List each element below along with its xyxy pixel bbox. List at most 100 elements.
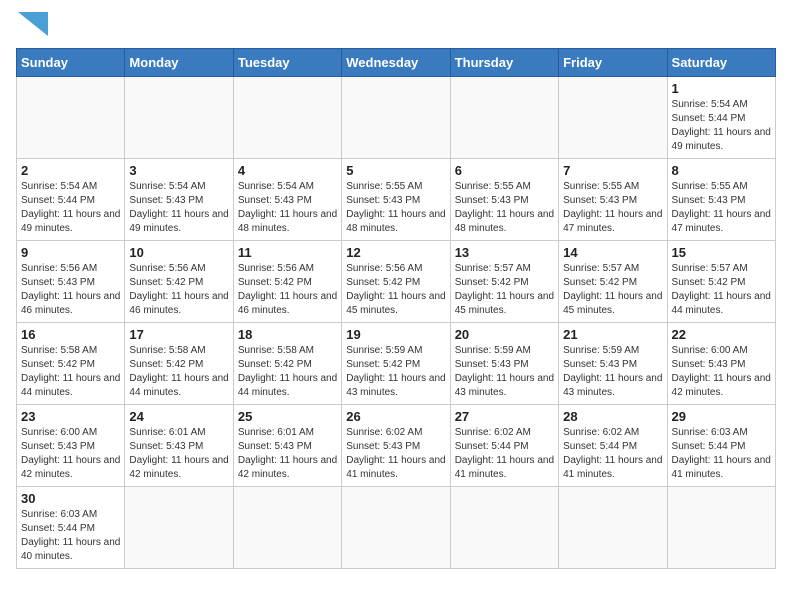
day-info: Sunrise: 5:54 AMSunset: 5:43 PMDaylight:…	[129, 180, 228, 236]
calendar-cell	[233, 77, 341, 159]
day-number: 22	[672, 327, 771, 342]
page-header	[16, 16, 776, 36]
calendar-table: SundayMondayTuesdayWednesdayThursdayFrid…	[16, 48, 776, 569]
logo	[16, 16, 48, 36]
calendar-cell: 13 Sunrise: 5:57 AMSunset: 5:42 PMDayligh…	[450, 241, 558, 323]
calendar-week-row: 16 Sunrise: 5:58 AMSunset: 5:42 PMDayligh…	[17, 323, 776, 405]
calendar-cell: 29Sunrise: 6:03 AMSunset: 5:44 PMDayligh…	[667, 405, 775, 487]
day-info: Sunrise: 5:57 AMSunset: 5:42 PMDaylight:…	[455, 262, 554, 318]
day-number: 18	[238, 327, 337, 342]
calendar-cell	[342, 487, 450, 569]
weekday-header: Wednesday	[342, 49, 450, 77]
calendar-cell	[233, 487, 341, 569]
day-number: 10	[129, 245, 228, 260]
day-number: 1	[672, 81, 771, 96]
calendar-week-row: 30Sunrise: 6:03 AMSunset: 5:44 PMDayligh…	[17, 487, 776, 569]
day-number: 13	[455, 245, 554, 260]
calendar-cell: 28 Sunrise: 6:02 AMSunset: 5:44 PMDayligh…	[559, 405, 667, 487]
weekday-header: Friday	[559, 49, 667, 77]
calendar-cell: 11 Sunrise: 5:56 AMSunset: 5:42 PMDayligh…	[233, 241, 341, 323]
day-info: Sunrise: 5:56 AMSunset: 5:43 PMDaylight:…	[21, 262, 120, 318]
day-number: 4	[238, 163, 337, 178]
day-number: 16	[21, 327, 120, 342]
calendar-week-row: 23 Sunrise: 6:00 AMSunset: 5:43 PMDayligh…	[17, 405, 776, 487]
day-info: Sunrise: 5:56 AMSunset: 5:42 PMDaylight:…	[346, 262, 445, 318]
day-number: 8	[672, 163, 771, 178]
day-info: Sunrise: 5:57 AMSunset: 5:42 PMDaylight:…	[672, 262, 771, 318]
calendar-cell: 16 Sunrise: 5:58 AMSunset: 5:42 PMDayligh…	[17, 323, 125, 405]
calendar-cell: 4 Sunrise: 5:54 AMSunset: 5:43 PMDaylight…	[233, 159, 341, 241]
calendar-cell	[559, 487, 667, 569]
day-info: Sunrise: 6:03 AMSunset: 5:44 PMDaylight:…	[672, 426, 771, 482]
day-info: Sunrise: 5:54 AMSunset: 5:43 PMDaylight:…	[238, 180, 337, 236]
calendar-cell: 15 Sunrise: 5:57 AMSunset: 5:42 PMDayligh…	[667, 241, 775, 323]
day-info: Sunrise: 5:59 AMSunset: 5:43 PMDaylight:…	[563, 344, 662, 400]
weekday-header: Saturday	[667, 49, 775, 77]
day-number: 5	[346, 163, 445, 178]
day-info: Sunrise: 5:57 AMSunset: 5:42 PMDaylight:…	[563, 262, 662, 318]
day-info: Sunrise: 5:59 AMSunset: 5:42 PMDaylight:…	[346, 344, 445, 400]
weekday-header: Thursday	[450, 49, 558, 77]
calendar-cell: 24Sunrise: 6:01 AMSunset: 5:43 PMDayligh…	[125, 405, 233, 487]
day-info: Sunrise: 6:00 AMSunset: 5:43 PMDaylight:…	[21, 426, 120, 482]
calendar-cell: 12 Sunrise: 5:56 AMSunset: 5:42 PMDayligh…	[342, 241, 450, 323]
calendar-cell	[450, 487, 558, 569]
day-number: 26	[346, 409, 445, 424]
day-number: 20	[455, 327, 554, 342]
calendar-week-row: 2Sunrise: 5:54 AMSunset: 5:44 PMDaylight…	[17, 159, 776, 241]
day-number: 2	[21, 163, 120, 178]
day-number: 11	[238, 245, 337, 260]
calendar-cell	[17, 77, 125, 159]
day-info: Sunrise: 6:01 AMSunset: 5:43 PMDaylight:…	[238, 426, 337, 482]
calendar-cell	[125, 487, 233, 569]
calendar-cell: 26Sunrise: 6:02 AMSunset: 5:43 PMDayligh…	[342, 405, 450, 487]
day-number: 6	[455, 163, 554, 178]
day-number: 24	[129, 409, 228, 424]
day-info: Sunrise: 6:02 AMSunset: 5:44 PMDaylight:…	[455, 426, 554, 482]
day-info: Sunrise: 6:02 AMSunset: 5:44 PMDaylight:…	[563, 426, 662, 482]
day-number: 9	[21, 245, 120, 260]
day-info: Sunrise: 5:55 AMSunset: 5:43 PMDaylight:…	[672, 180, 771, 236]
calendar-cell: 22Sunrise: 6:00 AMSunset: 5:43 PMDayligh…	[667, 323, 775, 405]
calendar-cell: 14 Sunrise: 5:57 AMSunset: 5:42 PMDayligh…	[559, 241, 667, 323]
calendar-cell	[667, 487, 775, 569]
calendar-cell: 3 Sunrise: 5:54 AMSunset: 5:43 PMDaylight…	[125, 159, 233, 241]
day-number: 19	[346, 327, 445, 342]
calendar-cell: 30Sunrise: 6:03 AMSunset: 5:44 PMDayligh…	[17, 487, 125, 569]
weekday-header-row: SundayMondayTuesdayWednesdayThursdayFrid…	[17, 49, 776, 77]
calendar-cell: 19 Sunrise: 5:59 AMSunset: 5:42 PMDayligh…	[342, 323, 450, 405]
calendar-cell: 2Sunrise: 5:54 AMSunset: 5:44 PMDaylight…	[17, 159, 125, 241]
day-info: Sunrise: 5:56 AMSunset: 5:42 PMDaylight:…	[129, 262, 228, 318]
day-number: 17	[129, 327, 228, 342]
calendar-cell	[559, 77, 667, 159]
calendar-cell: 25 Sunrise: 6:01 AMSunset: 5:43 PMDayligh…	[233, 405, 341, 487]
day-info: Sunrise: 5:58 AMSunset: 5:42 PMDaylight:…	[129, 344, 228, 400]
calendar-cell: 7Sunrise: 5:55 AMSunset: 5:43 PMDaylight…	[559, 159, 667, 241]
day-number: 14	[563, 245, 662, 260]
logo-icon	[18, 12, 48, 36]
calendar-cell: 23 Sunrise: 6:00 AMSunset: 5:43 PMDayligh…	[17, 405, 125, 487]
day-info: Sunrise: 6:03 AMSunset: 5:44 PMDaylight:…	[21, 508, 120, 564]
day-number: 28	[563, 409, 662, 424]
calendar-cell: 27 Sunrise: 6:02 AMSunset: 5:44 PMDayligh…	[450, 405, 558, 487]
calendar-cell: 17 Sunrise: 5:58 AMSunset: 5:42 PMDayligh…	[125, 323, 233, 405]
calendar-cell: 18Sunrise: 5:58 AMSunset: 5:42 PMDayligh…	[233, 323, 341, 405]
calendar-cell: 8 Sunrise: 5:55 AMSunset: 5:43 PMDaylight…	[667, 159, 775, 241]
weekday-header: Tuesday	[233, 49, 341, 77]
calendar-cell: 9 Sunrise: 5:56 AMSunset: 5:43 PMDaylight…	[17, 241, 125, 323]
day-number: 25	[238, 409, 337, 424]
day-number: 27	[455, 409, 554, 424]
day-info: Sunrise: 5:58 AMSunset: 5:42 PMDaylight:…	[21, 344, 120, 400]
calendar-cell	[125, 77, 233, 159]
weekday-header: Monday	[125, 49, 233, 77]
day-info: Sunrise: 5:56 AMSunset: 5:42 PMDaylight:…	[238, 262, 337, 318]
day-number: 3	[129, 163, 228, 178]
day-number: 21	[563, 327, 662, 342]
day-number: 15	[672, 245, 771, 260]
calendar-cell: 6 Sunrise: 5:55 AMSunset: 5:43 PMDaylight…	[450, 159, 558, 241]
calendar-week-row: 1 Sunrise: 5:54 AMSunset: 5:44 PMDaylight…	[17, 77, 776, 159]
day-info: Sunrise: 5:55 AMSunset: 5:43 PMDaylight:…	[455, 180, 554, 236]
day-info: Sunrise: 5:54 AMSunset: 5:44 PMDaylight:…	[672, 98, 771, 154]
day-number: 23	[21, 409, 120, 424]
day-number: 12	[346, 245, 445, 260]
